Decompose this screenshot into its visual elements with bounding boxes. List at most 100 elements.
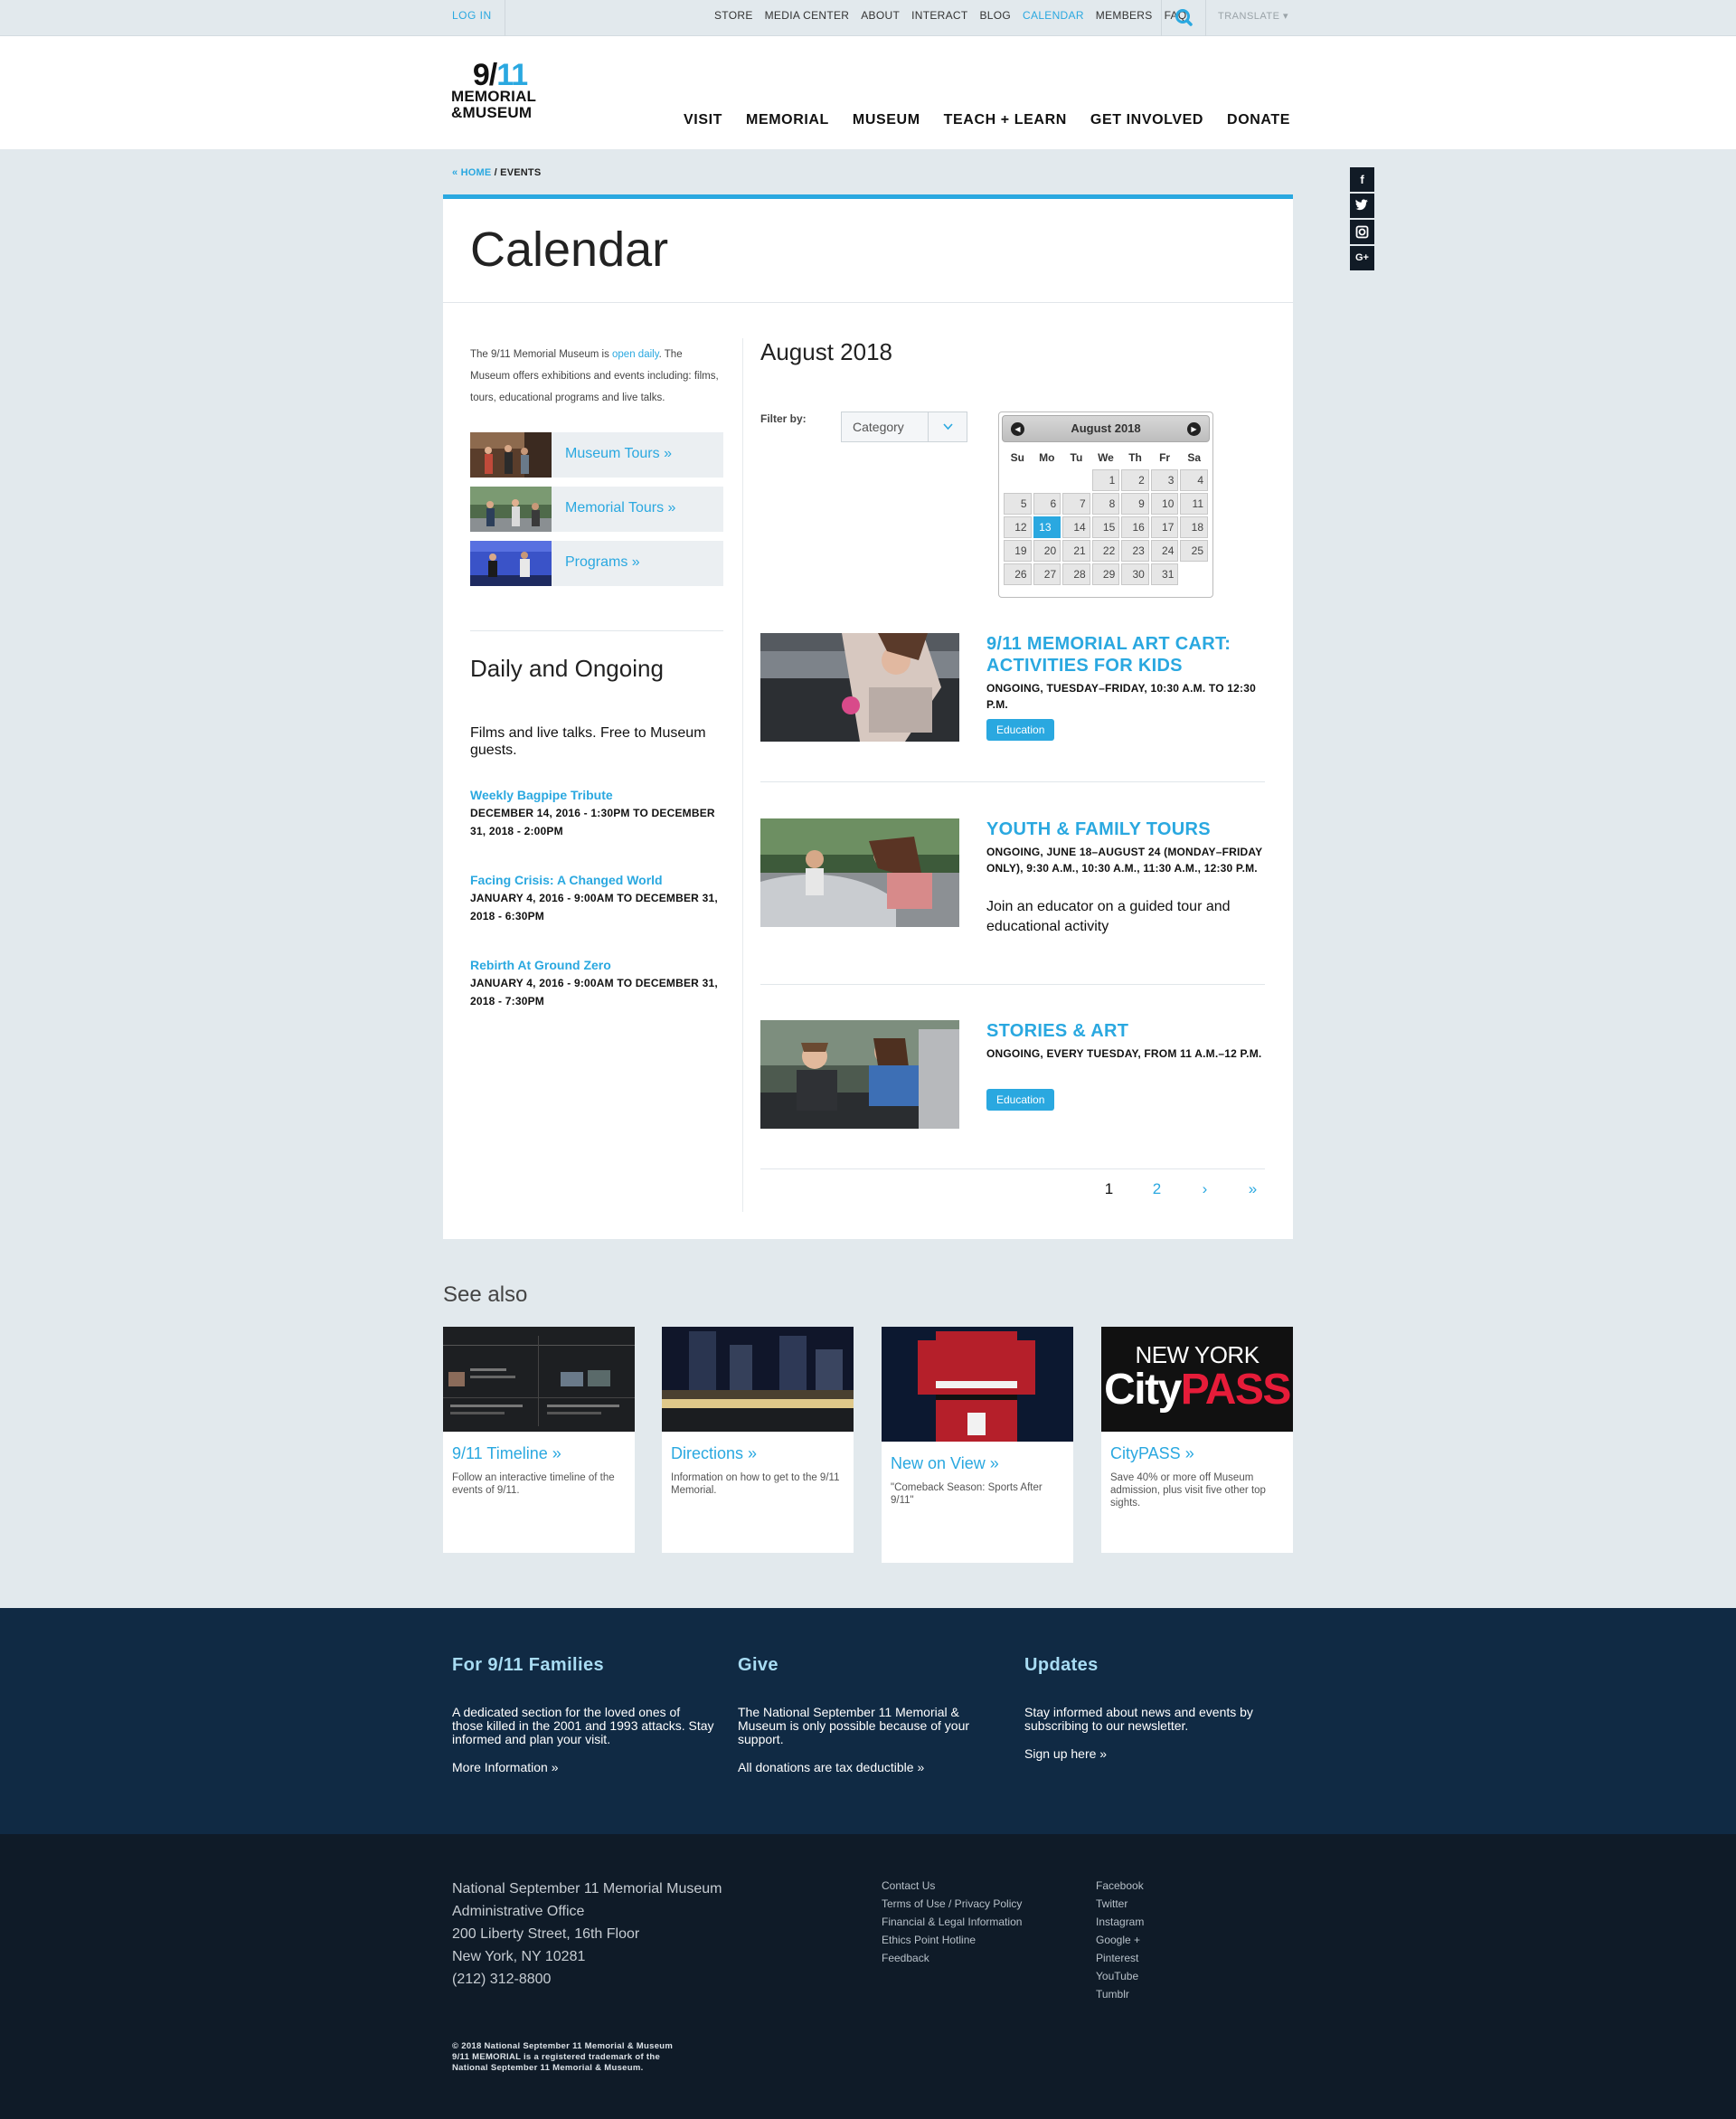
nav-museum[interactable]: MUSEUM: [853, 112, 920, 128]
event-title-link[interactable]: 9/11 MEMORIAL ART CART: ACTIVITIES FOR K…: [986, 633, 1258, 676]
calendar-day[interactable]: 11: [1180, 493, 1208, 515]
util-link-media-center[interactable]: MEDIA CENTER: [765, 0, 850, 33]
daily-event-title-link[interactable]: Facing Crisis: A Changed World: [470, 871, 728, 889]
quick-link-museum-tours[interactable]: Museum Tours »: [470, 432, 723, 478]
daily-event-title-link[interactable]: Weekly Bagpipe Tribute: [470, 786, 728, 804]
next-month-icon[interactable]: ▶: [1187, 422, 1201, 436]
calendar-day[interactable]: 31: [1150, 563, 1179, 585]
calendar-day[interactable]: 4: [1180, 469, 1208, 491]
more-information-link[interactable]: More Information »: [452, 1760, 714, 1774]
calendar-day[interactable]: 7: [1062, 493, 1090, 515]
calendar-day[interactable]: 3: [1150, 469, 1179, 491]
site-logo[interactable]: 9/11 MEMORIAL &MUSEUM: [451, 60, 560, 132]
calendar-day[interactable]: 29: [1091, 563, 1120, 585]
calendar-day[interactable]: 5: [1004, 493, 1032, 515]
calendar-day[interactable]: 15: [1091, 516, 1120, 538]
ethics-hotline-link[interactable]: Ethics Point Hotline: [882, 1931, 1022, 1949]
util-link-calendar[interactable]: CALENDAR: [1023, 0, 1084, 33]
breadcrumb-current: EVENTS: [500, 167, 542, 178]
calendar-day[interactable]: 22: [1091, 540, 1120, 562]
facebook-icon[interactable]: f: [1350, 167, 1374, 192]
event-item: STORIES & ART ONGOING, EVERY TUESDAY, FR…: [760, 1020, 1265, 1129]
financial-legal-link[interactable]: Financial & Legal Information: [882, 1913, 1022, 1931]
calendar-day[interactable]: 23: [1121, 540, 1149, 562]
calendar-day[interactable]: 12: [1004, 516, 1032, 538]
tumblr-link[interactable]: Tumblr: [1096, 1985, 1144, 2003]
category-filter-select[interactable]: Category: [841, 412, 967, 442]
stories-art-image[interactable]: [760, 1020, 959, 1129]
calendar-day[interactable]: 14: [1062, 516, 1090, 538]
youtube-link[interactable]: YouTube: [1096, 1967, 1144, 1985]
calendar-day[interactable]: 1: [1091, 469, 1120, 491]
calendar-day[interactable]: 13: [1033, 516, 1061, 538]
util-link-store[interactable]: STORE: [714, 0, 753, 33]
see-also-card-directions[interactable]: Directions » Information on how to get t…: [662, 1327, 854, 1553]
calendar-day[interactable]: 28: [1062, 563, 1090, 585]
see-also-card-timeline[interactable]: 9/11 Timeline » Follow an interactive ti…: [443, 1327, 635, 1553]
twitter-link[interactable]: Twitter: [1096, 1895, 1144, 1913]
google-plus-link[interactable]: Google +: [1096, 1931, 1144, 1949]
nav-memorial[interactable]: MEMORIAL: [746, 112, 829, 128]
event-title-link[interactable]: STORIES & ART: [986, 1020, 1258, 1042]
terms-privacy-link[interactable]: Terms of Use / Privacy Policy: [882, 1895, 1022, 1913]
contact-us-link[interactable]: Contact Us: [882, 1877, 1022, 1895]
calendar-day[interactable]: 9: [1121, 493, 1149, 515]
pinterest-link[interactable]: Pinterest: [1096, 1949, 1144, 1967]
calendar-day[interactable]: 26: [1004, 563, 1032, 585]
nav-visit[interactable]: VISIT: [684, 112, 722, 128]
next-page-link[interactable]: ›: [1181, 1180, 1229, 1198]
calendar-day[interactable]: 2: [1121, 469, 1149, 491]
google-plus-icon[interactable]: G+: [1350, 246, 1374, 270]
util-link-blog[interactable]: BLOG: [980, 0, 1012, 33]
quick-link-programs[interactable]: Programs »: [470, 541, 723, 586]
event-title-link[interactable]: YOUTH & FAMILY TOURS: [986, 818, 1258, 840]
instagram-link[interactable]: Instagram: [1096, 1913, 1144, 1931]
citypass-logo-text: City: [1104, 1366, 1182, 1414]
search-button[interactable]: [1161, 0, 1206, 36]
see-also-card-new-on-view[interactable]: New on View » "Comeback Season: Sports A…: [882, 1327, 1073, 1563]
instagram-icon[interactable]: [1350, 220, 1374, 244]
calendar-day[interactable]: 16: [1121, 516, 1149, 538]
calendar-day[interactable]: 24: [1150, 540, 1179, 562]
breadcrumb-home[interactable]: « HOME: [452, 167, 491, 178]
nav-get-involved[interactable]: GET INVOLVED: [1090, 112, 1203, 128]
util-link-about[interactable]: ABOUT: [861, 0, 900, 33]
calendar-day[interactable]: 27: [1033, 563, 1061, 585]
facebook-link[interactable]: Facebook: [1096, 1877, 1144, 1895]
event-description: Join an educator on a guided tour and ed…: [986, 899, 1231, 934]
login-link[interactable]: LOG IN: [452, 0, 492, 36]
twitter-icon[interactable]: [1350, 194, 1374, 218]
open-daily-link[interactable]: open daily: [612, 349, 659, 360]
feedback-link[interactable]: Feedback: [882, 1949, 1022, 1967]
nav-donate[interactable]: DONATE: [1227, 112, 1290, 128]
daily-event-title-link[interactable]: Rebirth At Ground Zero: [470, 956, 728, 974]
util-link-interact[interactable]: INTERACT: [911, 0, 967, 33]
breadcrumb-sep: /: [491, 167, 501, 178]
calendar-day[interactable]: 6: [1033, 493, 1061, 515]
last-page-link[interactable]: »: [1229, 1180, 1277, 1198]
page-2-link[interactable]: 2: [1133, 1180, 1181, 1198]
event-item: 9/11 MEMORIAL ART CART: ACTIVITIES FOR K…: [760, 633, 1265, 742]
art-cart-image[interactable]: [760, 633, 959, 742]
donations-link[interactable]: All donations are tax deductible »: [738, 1760, 1000, 1774]
translate-dropdown[interactable]: TRANSLATE ▾: [1218, 0, 1288, 33]
calendar-day[interactable]: 25: [1180, 540, 1208, 562]
calendar-day[interactable]: 17: [1150, 516, 1179, 538]
calendar-day[interactable]: 10: [1150, 493, 1179, 515]
calendar-day[interactable]: 30: [1121, 563, 1149, 585]
calendar-day[interactable]: 21: [1062, 540, 1090, 562]
event-category-tag[interactable]: Education: [986, 719, 1055, 741]
nav-teach-learn[interactable]: TEACH + LEARN: [944, 112, 1067, 128]
util-link-members[interactable]: MEMBERS: [1096, 0, 1153, 33]
logo-part: MEMORIAL: [451, 88, 537, 105]
youth-family-tours-image[interactable]: [760, 818, 959, 927]
calendar-day[interactable]: 19: [1004, 540, 1032, 562]
event-category-tag[interactable]: Education: [986, 1089, 1055, 1111]
sign-up-link[interactable]: Sign up here »: [1024, 1746, 1287, 1761]
empty-day: [1004, 469, 1032, 491]
calendar-day[interactable]: 20: [1033, 540, 1061, 562]
calendar-day[interactable]: 18: [1180, 516, 1208, 538]
see-also-card-citypass[interactable]: NEW YORK CityPASS CityPASS » Save 40% or…: [1101, 1327, 1293, 1553]
quick-link-memorial-tours[interactable]: Memorial Tours »: [470, 487, 723, 532]
calendar-day[interactable]: 8: [1091, 493, 1120, 515]
